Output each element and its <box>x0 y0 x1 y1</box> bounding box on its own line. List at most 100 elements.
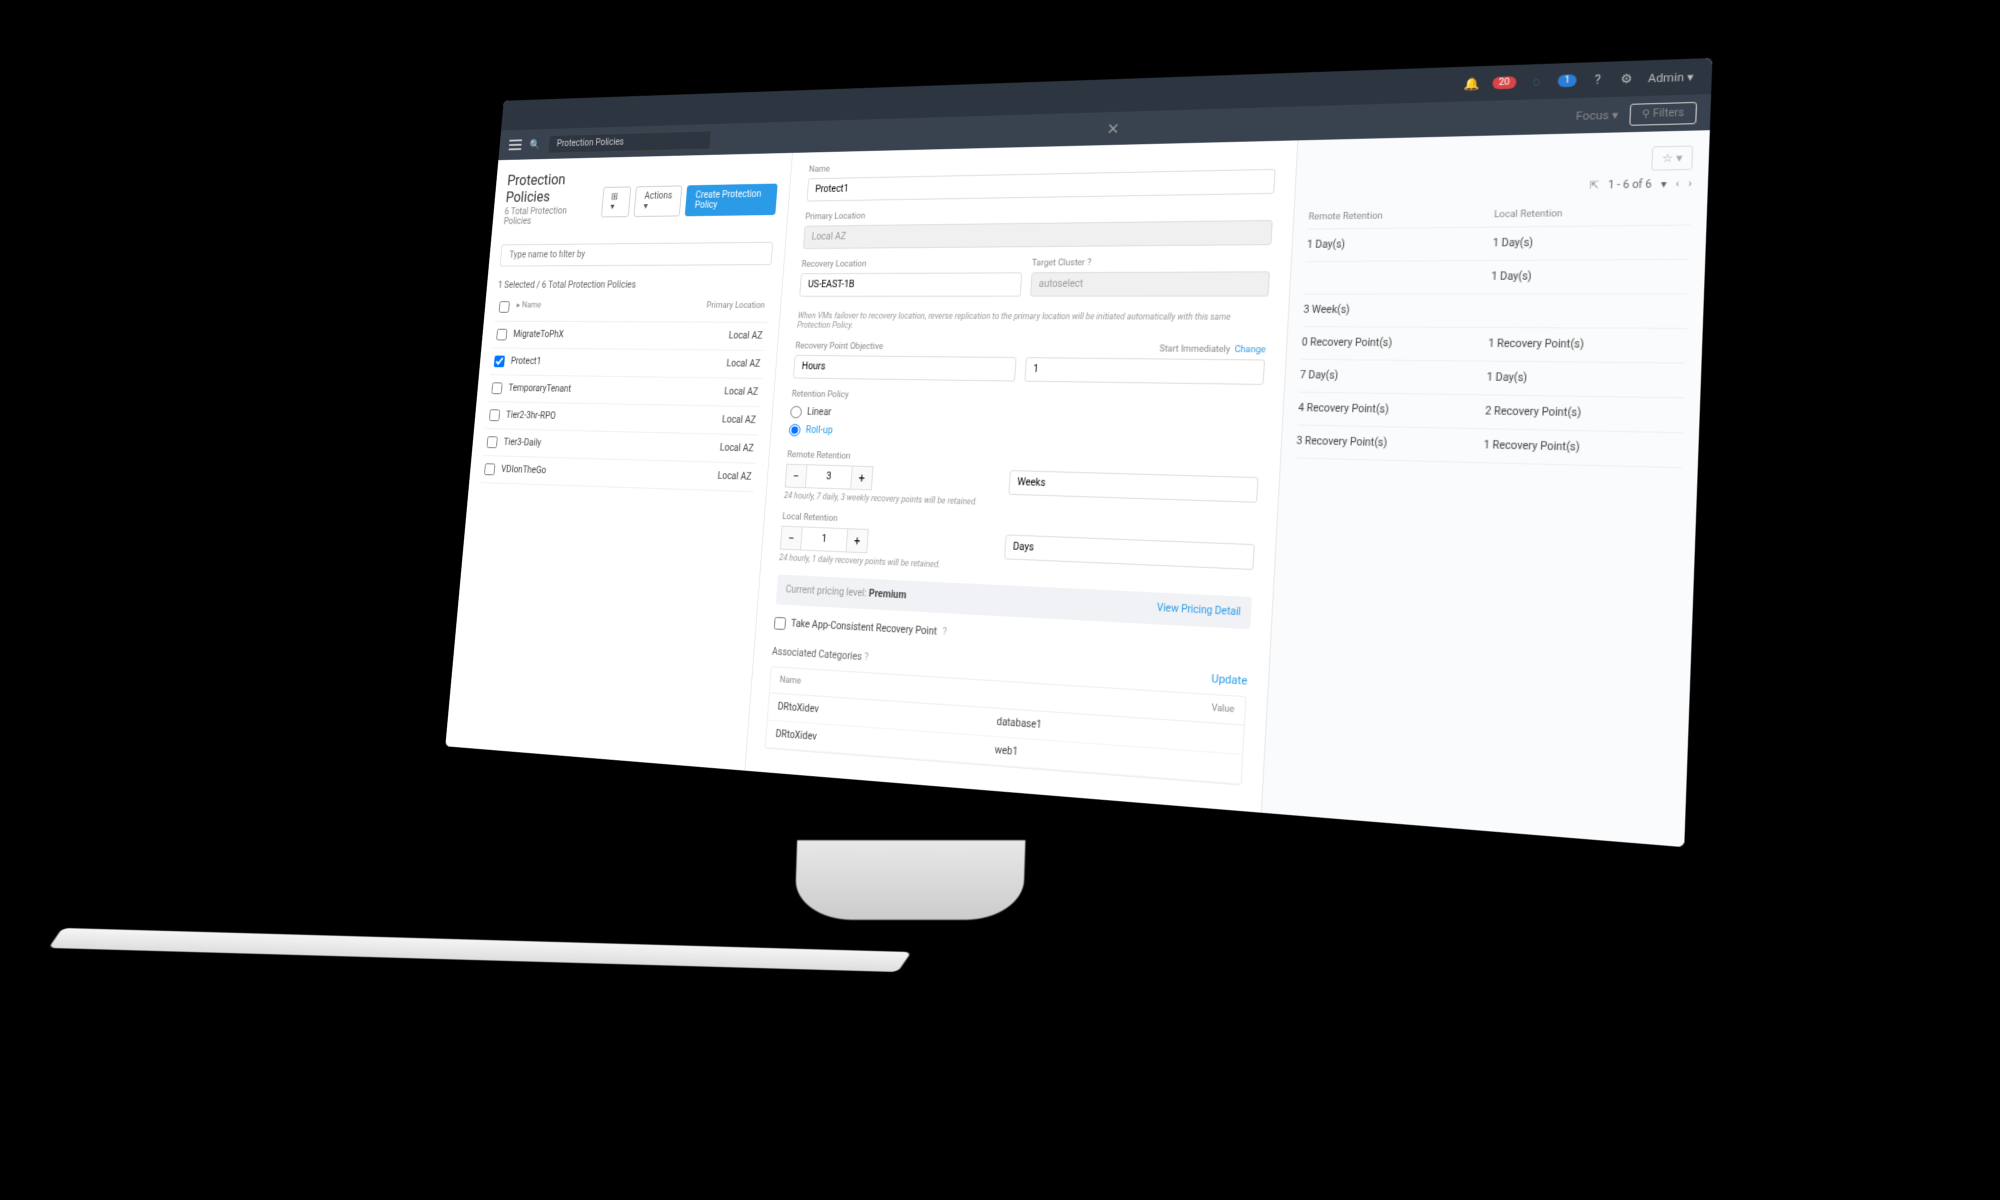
recovery-location-label: Recovery Location <box>801 259 1022 270</box>
content-area: Protection Policies 6 Total Protection P… <box>445 130 1710 847</box>
app-window: 🔔 20 ◌ 1 ? ⚙ Admin ▾ 🔍 Protection Polici… <box>445 58 1712 847</box>
retention-rollup-label: Roll-up <box>805 425 833 436</box>
policy-location: Local AZ <box>694 331 763 342</box>
breadcrumb[interactable]: Protection Policies <box>547 130 711 153</box>
rpo-unit-select[interactable] <box>793 355 1016 382</box>
table-row[interactable]: MigrateToPhX Local AZ <box>492 322 767 351</box>
filter-input[interactable] <box>500 242 773 267</box>
filters-button[interactable]: ⚲ Filters <box>1629 101 1697 125</box>
pricing-level: Premium <box>868 589 906 602</box>
local-value <box>1489 305 1687 317</box>
policy-location: Local AZ <box>687 414 756 426</box>
policy-name: Protect1 <box>510 357 692 369</box>
policy-location: Local AZ <box>685 442 754 454</box>
selection-summary: 1 Selected / 6 Total Protection Policies <box>497 274 771 296</box>
bell-icon[interactable]: 🔔 <box>1464 76 1480 91</box>
help-icon[interactable]: ? <box>864 652 869 663</box>
name-input[interactable] <box>806 169 1275 202</box>
associated-categories-label: Associated Categories <box>772 647 863 663</box>
next-page-icon[interactable]: › <box>1688 178 1692 190</box>
update-link[interactable]: Update <box>1211 672 1248 688</box>
search-icon[interactable]: 🔍 <box>529 138 541 150</box>
policy-list-panel: Protection Policies 6 Total Protection P… <box>445 153 793 771</box>
close-icon[interactable]: ✕ <box>1106 119 1120 138</box>
focus-label: Focus <box>1576 108 1610 122</box>
policy-name: TemporaryTenant <box>508 384 690 397</box>
app-consistent-checkbox[interactable] <box>774 617 786 630</box>
help-icon[interactable]: ? <box>1589 72 1605 87</box>
alert-badge[interactable]: 20 <box>1492 76 1516 89</box>
user-label: Admin <box>1648 70 1685 85</box>
col-name[interactable]: ▸ Name <box>516 301 697 316</box>
row-checkbox[interactable] <box>496 329 507 341</box>
pricing-detail-link[interactable]: View Pricing Detail <box>1157 603 1241 619</box>
retention-row: 3 Recovery Point(s)1 Recovery Point(s) <box>1296 426 1683 469</box>
policy-name: Tier2-3hr-RPO <box>506 411 688 425</box>
rpo-label: Recovery Point Objective <box>795 342 1017 353</box>
remote-value: 4 Recovery Point(s) <box>1298 403 1485 418</box>
actions-dropdown[interactable]: Actions ▾ <box>634 185 683 217</box>
local-retention-value[interactable] <box>801 526 847 552</box>
remote-value: 7 Day(s) <box>1300 370 1487 384</box>
target-cluster-select[interactable] <box>1030 271 1270 296</box>
remote-retention-stepper[interactable]: − + <box>785 464 1001 495</box>
row-checkbox[interactable] <box>486 436 497 448</box>
remote-retention-value[interactable] <box>806 464 852 489</box>
retention-linear-radio[interactable] <box>790 406 802 419</box>
retention-row: 1 Day(s)1 Day(s) <box>1306 226 1690 262</box>
info-badge[interactable]: 1 <box>1557 74 1576 87</box>
pager: ⇱ 1 - 6 of 6 ▾ ‹ › <box>1310 178 1692 196</box>
policy-location: Local AZ <box>683 470 752 482</box>
table-row[interactable]: Protect1 Local AZ <box>490 348 765 379</box>
col-remote-retention: Remote Retention <box>1308 210 1494 223</box>
pager-text: 1 - 6 of 6 <box>1608 179 1652 191</box>
help-icon[interactable]: ? <box>942 627 947 638</box>
increment-button[interactable]: + <box>846 528 869 553</box>
prev-page-icon[interactable]: ‹ <box>1675 179 1679 191</box>
create-policy-button[interactable]: Create Protection Policy <box>685 184 778 217</box>
retention-table-body: 1 Day(s)1 Day(s)1 Day(s)3 Week(s)0 Recov… <box>1296 226 1691 469</box>
policy-location: Local AZ <box>689 386 758 397</box>
col-local-retention: Local Retention <box>1494 207 1691 220</box>
row-checkbox[interactable] <box>491 382 502 394</box>
app-consistent-label: Take App-Consistent Recovery Point <box>791 619 938 638</box>
decrement-button[interactable]: − <box>780 526 803 551</box>
info-circle-icon[interactable]: ◌ <box>1529 74 1545 89</box>
export-icon[interactable]: ⇱ <box>1589 180 1599 192</box>
user-menu[interactable]: Admin ▾ <box>1648 70 1694 85</box>
change-link[interactable]: Change <box>1234 345 1265 355</box>
increment-button[interactable]: + <box>850 466 873 491</box>
policy-form-panel: Name Primary Location Recovery Location <box>745 140 1298 812</box>
pricing-prefix: Current pricing level: <box>785 585 869 600</box>
recovery-location-select[interactable] <box>799 272 1022 296</box>
row-checkbox[interactable] <box>484 463 495 475</box>
primary-location-label: Primary Location <box>805 206 1274 222</box>
row-checkbox[interactable] <box>489 409 500 421</box>
remote-value: 1 Day(s) <box>1307 238 1493 251</box>
col-location[interactable]: Primary Location <box>696 301 765 316</box>
local-retention-stepper[interactable]: − + <box>780 526 996 559</box>
retention-rollup-radio[interactable] <box>789 424 801 437</box>
local-value: 1 Recovery Point(s) <box>1488 339 1686 352</box>
retention-panel: ☆ ▾ ⇱ 1 - 6 of 6 ▾ ‹ › Remote Retention … <box>1262 130 1710 847</box>
local-value: 2 Recovery Point(s) <box>1485 406 1684 421</box>
grid-toggle-button[interactable]: ⊞ ▾ <box>601 186 632 217</box>
primary-location-select[interactable] <box>803 220 1273 249</box>
select-all-checkbox[interactable] <box>499 301 510 313</box>
focus-dropdown[interactable]: Focus ▾ <box>1576 108 1619 123</box>
rpo-value-input[interactable] <box>1024 357 1265 385</box>
filters-label: Filters <box>1653 107 1685 119</box>
retention-row: 1 Day(s) <box>1304 260 1689 295</box>
favorite-button[interactable]: ☆ ▾ <box>1651 145 1693 170</box>
hamburger-icon[interactable] <box>509 139 522 150</box>
retention-row: 3 Week(s) <box>1303 294 1688 329</box>
assoc-col-name: Name <box>779 675 801 686</box>
row-checkbox[interactable] <box>494 356 505 368</box>
remote-retention-unit[interactable] <box>1008 470 1259 503</box>
gear-icon[interactable]: ⚙ <box>1618 71 1634 86</box>
decrement-button[interactable]: − <box>785 464 808 488</box>
remote-value: 3 Recovery Point(s) <box>1296 436 1484 452</box>
help-icon[interactable]: ? <box>1087 258 1092 268</box>
remote-value: 3 Week(s) <box>1303 305 1490 317</box>
assoc-col-value: Value <box>1211 703 1234 715</box>
